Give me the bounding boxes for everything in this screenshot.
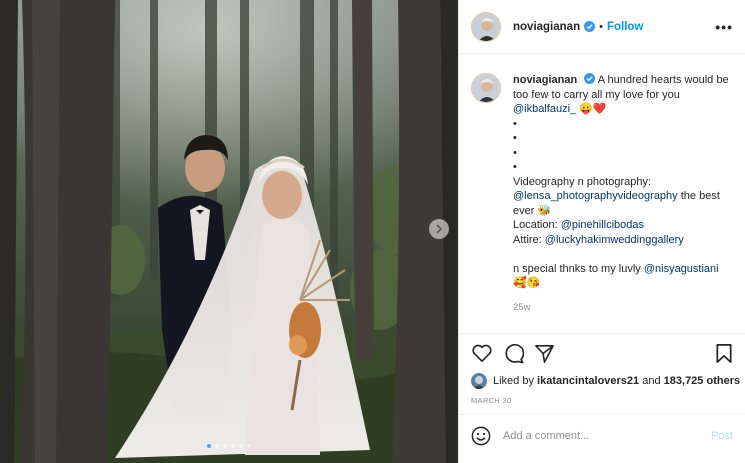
likes-count[interactable]: 183,725 others	[664, 375, 740, 387]
chevron-right-icon	[436, 224, 443, 234]
carousel-dot	[215, 444, 219, 448]
post-date[interactable]: MARCH 30	[471, 396, 511, 405]
caption-line: •	[513, 117, 517, 130]
caption-label: Location:	[513, 219, 561, 231]
liker-avatar[interactable]	[471, 373, 487, 389]
likes-summary: Liked by ikatancintalovers21 and 183,725…	[471, 373, 740, 389]
liker-username[interactable]: ikatancintalovers21	[537, 375, 639, 387]
caption-line: •	[513, 132, 517, 144]
carousel-dot	[223, 444, 227, 448]
divider	[459, 333, 745, 334]
caption-line: Videography n photography:	[513, 175, 652, 188]
mention-link[interactable]: @luckyhakimweddinggallery	[545, 234, 684, 246]
carousel-dots	[0, 444, 458, 448]
header-username[interactable]: noviagianan	[513, 21, 580, 33]
post-dialog: noviagianan • Follow ••• noviagianan A h…	[0, 0, 745, 463]
post-header: noviagianan • Follow •••	[459, 0, 745, 54]
carousel-next-button[interactable]	[429, 219, 449, 239]
heart-icon[interactable]	[471, 343, 493, 363]
likes-conjunction: and	[642, 375, 661, 387]
verified-badge-icon	[584, 73, 596, 84]
caption-emoji: 😛❤️	[579, 103, 607, 115]
carousel-dot	[231, 444, 235, 448]
mention-link[interactable]: @ikbalfauzi_	[513, 103, 576, 115]
divider	[459, 414, 745, 415]
more-options-button[interactable]: •••	[715, 19, 733, 35]
paper-plane-icon[interactable]	[534, 343, 555, 364]
caption-line: •	[513, 161, 517, 173]
post-age[interactable]: 25w	[513, 301, 739, 316]
likes-prefix: Liked by	[493, 375, 534, 387]
caption-username[interactable]: noviagianan	[513, 74, 577, 86]
header-separator: •	[599, 20, 603, 33]
caption-emoji: 🥰😘	[513, 277, 541, 289]
mention-link[interactable]: @nisyagustiani	[644, 263, 719, 275]
follow-button[interactable]: Follow	[607, 21, 643, 33]
profile-picture	[472, 12, 500, 41]
comment-box: Post	[471, 425, 733, 447]
action-bar	[471, 343, 734, 365]
post-side-panel: noviagianan • Follow ••• noviagianan A h…	[458, 0, 745, 463]
post-comment-button[interactable]: Post	[711, 430, 733, 442]
carousel-dot	[239, 444, 243, 448]
verified-badge-icon	[584, 21, 596, 32]
wedding-photo-illustration	[0, 0, 458, 463]
caption-text: noviagianan A hundred hearts would be to…	[513, 73, 739, 315]
mention-link[interactable]: @pinehillcibodas	[561, 219, 644, 231]
carousel-dot	[207, 444, 211, 448]
caption-label: n special thnks to my luvly	[513, 262, 644, 275]
smiley-icon[interactable]	[471, 426, 491, 446]
comment-input[interactable]	[503, 430, 711, 442]
liker-picture	[471, 373, 487, 389]
comment-bubble-icon[interactable]	[503, 343, 524, 364]
carousel-dot	[247, 444, 251, 448]
post-photo[interactable]	[0, 0, 458, 463]
avatar[interactable]	[471, 11, 501, 42]
post-caption: noviagianan A hundred hearts would be to…	[471, 73, 741, 315]
mention-link[interactable]: @lensa_photographyvideography	[513, 190, 678, 202]
caption-line: •	[513, 146, 517, 159]
profile-picture	[472, 74, 500, 102]
caption-label: Attire:	[513, 233, 545, 246]
avatar[interactable]	[471, 73, 501, 103]
bookmark-icon[interactable]	[714, 343, 734, 364]
